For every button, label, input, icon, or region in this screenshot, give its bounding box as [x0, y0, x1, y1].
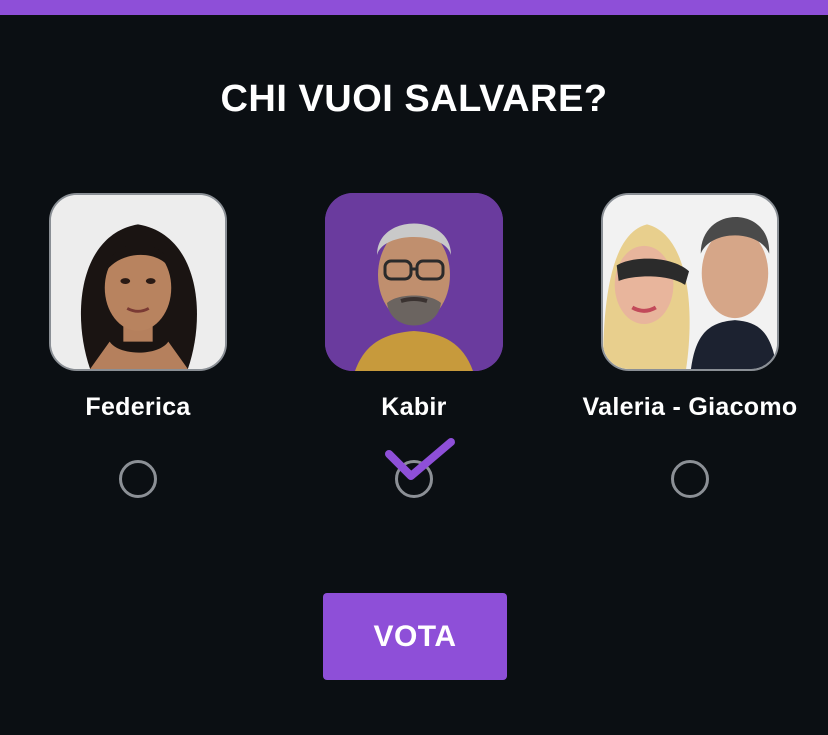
candidate-name: Valeria - Giacomo	[582, 393, 798, 421]
vote-button[interactable]: VOTA	[323, 593, 507, 680]
radio-button-valeria-giacomo[interactable]	[671, 460, 709, 498]
candidate-photo-valeria-giacomo	[601, 193, 779, 371]
candidate-photo-federica	[49, 193, 227, 371]
page-title: CHI VUOI SALVARE?	[220, 78, 608, 120]
candidate-option-kabir[interactable]: Kabir	[276, 193, 552, 513]
candidate-option-federica[interactable]: Federica	[0, 193, 276, 513]
candidate-name: Kabir	[381, 393, 447, 421]
candidate-name: Federica	[85, 393, 191, 421]
candidate-option-valeria-giacomo[interactable]: Valeria - Giacomo	[552, 193, 828, 513]
radio-button-federica[interactable]	[119, 460, 157, 498]
candidate-photo-kabir	[325, 193, 503, 371]
checkmark-icon	[385, 438, 455, 480]
top-accent-bar	[0, 0, 828, 15]
